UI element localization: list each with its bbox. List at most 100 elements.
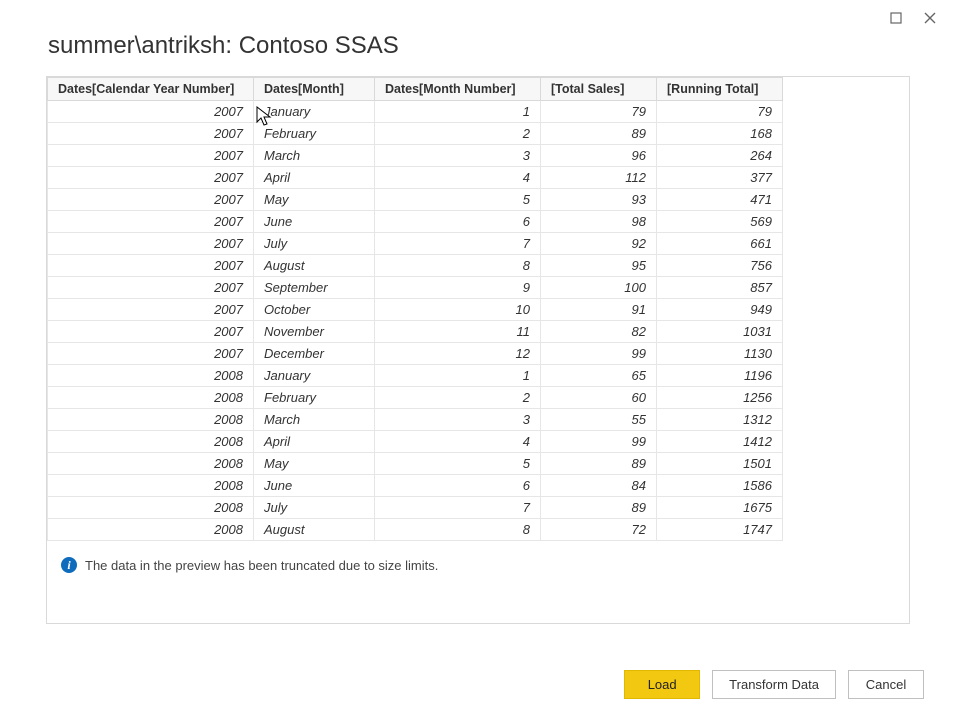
- table-cell: 8: [375, 519, 541, 541]
- close-icon[interactable]: [922, 10, 938, 26]
- column-header[interactable]: Dates[Month]: [254, 78, 375, 101]
- table-cell: 1: [375, 101, 541, 123]
- table-row[interactable]: 2008April4991412: [48, 431, 783, 453]
- window-controls: [888, 10, 938, 26]
- table-cell: 2008: [48, 365, 254, 387]
- maximize-icon[interactable]: [888, 10, 904, 26]
- table-cell: November: [254, 321, 375, 343]
- table-cell: 2007: [48, 343, 254, 365]
- table-row[interactable]: 2008July7891675: [48, 497, 783, 519]
- table-cell: 1675: [657, 497, 783, 519]
- table-cell: 2007: [48, 101, 254, 123]
- table-cell: 168: [657, 123, 783, 145]
- column-header[interactable]: Dates[Month Number]: [375, 78, 541, 101]
- table-cell: April: [254, 431, 375, 453]
- table-row[interactable]: 2007March396264: [48, 145, 783, 167]
- table-row[interactable]: 2008February2601256: [48, 387, 783, 409]
- table-cell: 79: [657, 101, 783, 123]
- table-cell: 65: [541, 365, 657, 387]
- table-cell: 569: [657, 211, 783, 233]
- info-icon: i: [61, 557, 77, 573]
- table-cell: 55: [541, 409, 657, 431]
- cancel-button[interactable]: Cancel: [848, 670, 924, 699]
- table-cell: October: [254, 299, 375, 321]
- info-row: i The data in the preview has been trunc…: [47, 541, 909, 623]
- table-cell: January: [254, 365, 375, 387]
- table-cell: 5: [375, 189, 541, 211]
- table-row[interactable]: 2008May5891501: [48, 453, 783, 475]
- table-row[interactable]: 2007December12991130: [48, 343, 783, 365]
- table-cell: 2008: [48, 475, 254, 497]
- table-cell: 1031: [657, 321, 783, 343]
- table-cell: 84: [541, 475, 657, 497]
- table-cell: 471: [657, 189, 783, 211]
- table-cell: 93: [541, 189, 657, 211]
- table-cell: 2008: [48, 453, 254, 475]
- table-row[interactable]: 2007July792661: [48, 233, 783, 255]
- table-cell: 60: [541, 387, 657, 409]
- table-cell: 89: [541, 497, 657, 519]
- table-cell: 377: [657, 167, 783, 189]
- table-cell: 3: [375, 145, 541, 167]
- table-cell: 7: [375, 497, 541, 519]
- table-cell: 2007: [48, 255, 254, 277]
- table-cell: 1501: [657, 453, 783, 475]
- table-cell: 1196: [657, 365, 783, 387]
- table-row[interactable]: 2007October1091949: [48, 299, 783, 321]
- table-row[interactable]: 2007September9100857: [48, 277, 783, 299]
- table-cell: February: [254, 387, 375, 409]
- table-cell: April: [254, 167, 375, 189]
- transform-data-button[interactable]: Transform Data: [712, 670, 836, 699]
- table-header: Dates[Calendar Year Number]Dates[Month]D…: [48, 78, 783, 101]
- table-cell: 98: [541, 211, 657, 233]
- table-row[interactable]: 2007June698569: [48, 211, 783, 233]
- table-cell: 1256: [657, 387, 783, 409]
- table-row[interactable]: 2007January17979: [48, 101, 783, 123]
- table-row[interactable]: 2007August895756: [48, 255, 783, 277]
- column-header[interactable]: Dates[Calendar Year Number]: [48, 78, 254, 101]
- column-header[interactable]: [Running Total]: [657, 78, 783, 101]
- table-cell: 2007: [48, 167, 254, 189]
- table-cell: 2: [375, 387, 541, 409]
- table-cell: August: [254, 519, 375, 541]
- table-cell: August: [254, 255, 375, 277]
- table-row[interactable]: 2008January1651196: [48, 365, 783, 387]
- table-row[interactable]: 2008June6841586: [48, 475, 783, 497]
- table-cell: 1130: [657, 343, 783, 365]
- table-cell: 2007: [48, 299, 254, 321]
- table-row[interactable]: 2007February289168: [48, 123, 783, 145]
- table-cell: 79: [541, 101, 657, 123]
- table-cell: 12: [375, 343, 541, 365]
- table-cell: 99: [541, 343, 657, 365]
- table-cell: 10: [375, 299, 541, 321]
- table-cell: July: [254, 497, 375, 519]
- table-cell: December: [254, 343, 375, 365]
- table-cell: 4: [375, 431, 541, 453]
- table-row[interactable]: 2007April4112377: [48, 167, 783, 189]
- load-button[interactable]: Load: [624, 670, 700, 699]
- table-row[interactable]: 2008March3551312: [48, 409, 783, 431]
- table-cell: 3: [375, 409, 541, 431]
- table-row[interactable]: 2007May593471: [48, 189, 783, 211]
- table-cell: February: [254, 123, 375, 145]
- table-cell: 2007: [48, 123, 254, 145]
- table-cell: 2008: [48, 431, 254, 453]
- table-cell: 2007: [48, 211, 254, 233]
- table-cell: 2008: [48, 409, 254, 431]
- content-box: Dates[Calendar Year Number]Dates[Month]D…: [46, 76, 910, 624]
- table-cell: 4: [375, 167, 541, 189]
- table-row[interactable]: 2007November11821031: [48, 321, 783, 343]
- table-row[interactable]: 2008August8721747: [48, 519, 783, 541]
- column-header[interactable]: [Total Sales]: [541, 78, 657, 101]
- table-cell: 2008: [48, 387, 254, 409]
- table-cell: 9: [375, 277, 541, 299]
- table-cell: May: [254, 453, 375, 475]
- table-cell: 72: [541, 519, 657, 541]
- table-cell: 2007: [48, 321, 254, 343]
- table-cell: June: [254, 475, 375, 497]
- table-cell: June: [254, 211, 375, 233]
- table-cell: 1: [375, 365, 541, 387]
- table-cell: 1312: [657, 409, 783, 431]
- table-cell: 1412: [657, 431, 783, 453]
- table-cell: September: [254, 277, 375, 299]
